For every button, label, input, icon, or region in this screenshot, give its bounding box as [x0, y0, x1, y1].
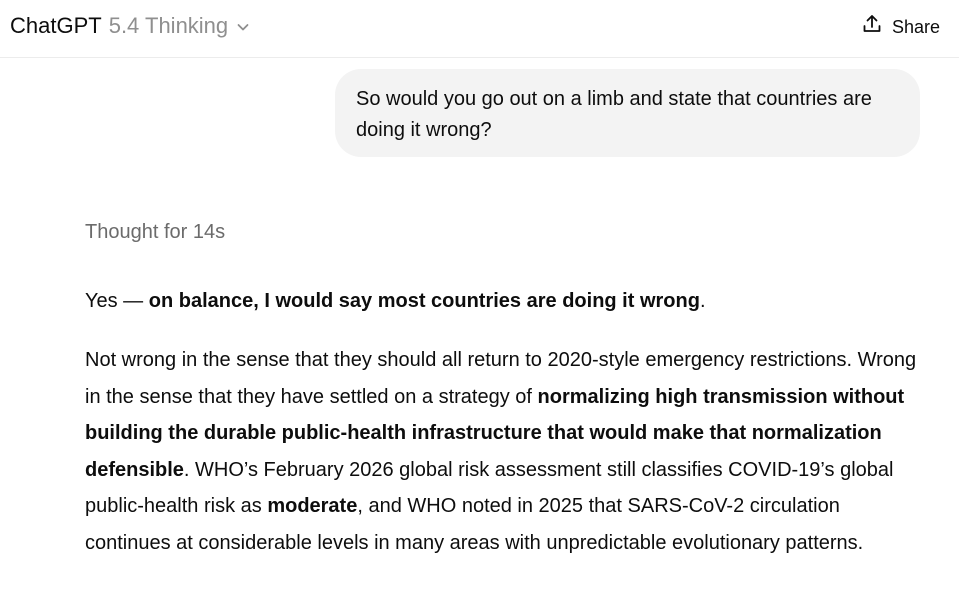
- chevron-down-icon: [236, 14, 250, 40]
- app-name: ChatGPT: [10, 13, 102, 38]
- model-name: 5.4 Thinking: [108, 13, 229, 38]
- header-divider: [0, 57, 959, 58]
- share-button[interactable]: Share: [861, 13, 940, 40]
- share-upload-icon: [861, 13, 883, 40]
- text-span: Yes —: [85, 290, 149, 312]
- text-span: .: [699, 290, 706, 312]
- response-paragraph-2: Not wrong in the sense that they should …: [85, 342, 925, 562]
- response-paragraph-1: Yes — on balance, I would say most count…: [85, 285, 925, 317]
- bold-span: moderate: [267, 495, 358, 518]
- thought-label: Thought for 14s: [85, 221, 226, 243]
- thought-duration-toggle[interactable]: Thought for 14s: [85, 218, 225, 246]
- model-selector[interactable]: ChatGPT 5.4 Thinking: [10, 12, 250, 40]
- user-message-text: So would you go out on a limb and state …: [356, 88, 872, 141]
- assistant-response: Yes — on balance, I would say most count…: [85, 285, 925, 562]
- top-bar: ChatGPT 5.4 Thinking Share: [0, 0, 959, 50]
- share-label: Share: [892, 16, 941, 37]
- user-message-bubble: So would you go out on a limb and state …: [335, 69, 920, 157]
- bold-span: on balance, I would say most countries a…: [148, 290, 700, 312]
